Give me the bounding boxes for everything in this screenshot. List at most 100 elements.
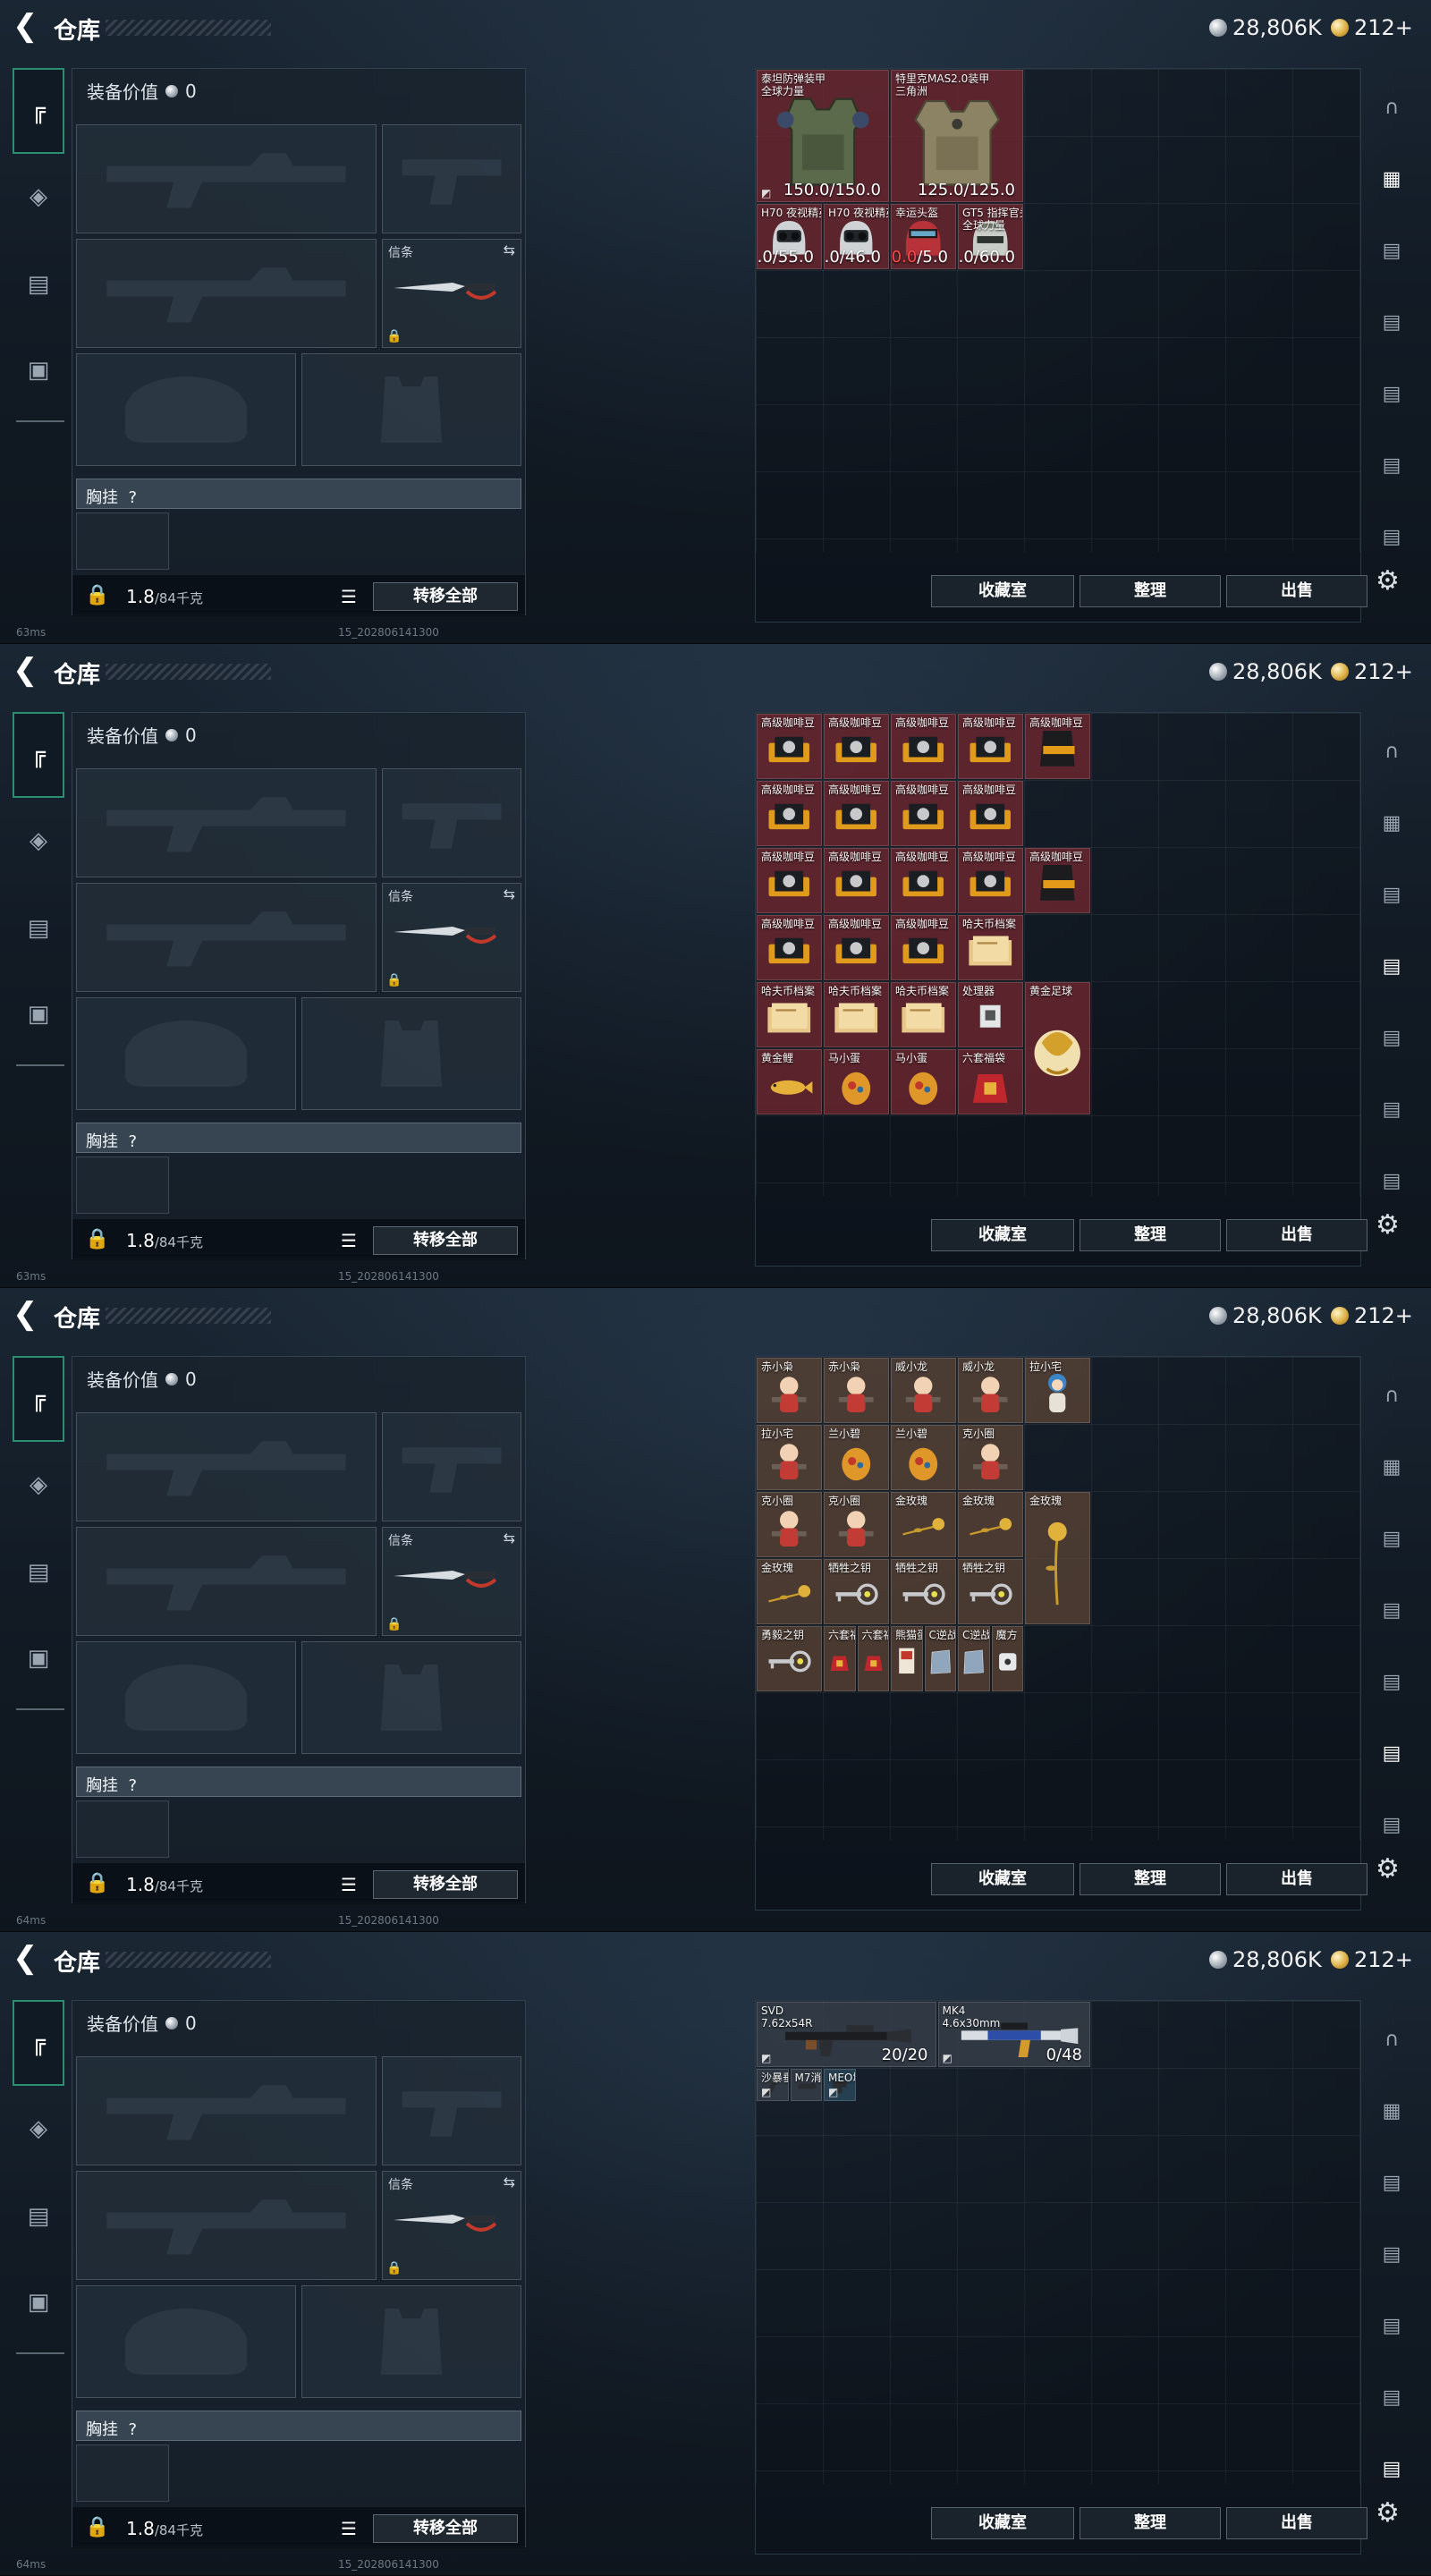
storage-item[interactable]: 高级咖啡豆 xyxy=(891,781,956,846)
storage-item[interactable]: 金玫瑰 xyxy=(1025,1492,1090,1624)
sidearm-slot[interactable] xyxy=(382,1412,521,1521)
storage-item[interactable]: 高级咖啡豆 xyxy=(824,781,889,846)
chest-rig-slot[interactable]: 胸挂 ? xyxy=(76,2411,521,2441)
storage-item[interactable]: 威小龙 xyxy=(958,1358,1023,1423)
tab-storage-1[interactable]: ∩ xyxy=(1370,730,1413,773)
storage-item[interactable]: 高级咖啡豆 xyxy=(757,915,822,980)
storage-item[interactable]: 特里克MAS2.0装甲 三角洲 125.0/125.0 xyxy=(891,70,1023,202)
tab-backpack[interactable]: ▣ xyxy=(13,1615,64,1701)
tab-backpack[interactable]: ▣ xyxy=(13,327,64,413)
storage-item[interactable]: H70 夜视精英头盔 55.0/55.0 xyxy=(757,204,822,269)
storage-item[interactable]: 六套福袋 xyxy=(857,1626,889,1691)
storage-item[interactable]: 高级咖啡豆 xyxy=(824,848,889,913)
swap-icon[interactable]: ⇆ xyxy=(504,2174,515,2190)
melee-slot[interactable]: 信条 ⇆ 🔒 xyxy=(382,239,521,348)
storage-item[interactable]: 六套福袋 xyxy=(958,1049,1023,1114)
tab-storage-6[interactable]: ▤ xyxy=(1370,2376,1413,2419)
storage-item[interactable]: 马小蛋 xyxy=(824,1049,889,1114)
helmet-slot[interactable] xyxy=(76,353,296,466)
tab-rig[interactable]: ▤ xyxy=(13,242,64,327)
back-arrow-icon[interactable]: ❮ xyxy=(13,655,43,687)
tab-weapons[interactable]: ╔ xyxy=(13,1356,64,1442)
chest-rig-cell[interactable] xyxy=(76,513,169,570)
storage-item[interactable]: 高级咖啡豆 xyxy=(958,848,1023,913)
secondary-weapon-slot[interactable] xyxy=(76,1527,377,1636)
list-icon[interactable]: ☰ xyxy=(341,586,357,607)
tab-storage-5[interactable]: ▤ xyxy=(1370,1660,1413,1703)
storage-item[interactable]: 威小龙 xyxy=(891,1358,956,1423)
storage-item[interactable]: 拉小宅 xyxy=(1025,1358,1090,1423)
tab-storage-4[interactable]: ▤ xyxy=(1370,2233,1413,2275)
back-arrow-icon[interactable]: ❮ xyxy=(13,11,43,43)
storage-item[interactable]: SVD 7.62x54R 20/20 ◩ xyxy=(757,2002,936,2067)
collection-room-button[interactable]: 收藏室 xyxy=(931,1219,1074,1251)
storage-item[interactable]: MEO增高架◩ xyxy=(824,2069,856,2101)
storage-item[interactable]: 牺牲之钥 xyxy=(891,1559,956,1624)
chest-rig-slot[interactable]: 胸挂 ? xyxy=(76,1123,521,1153)
tab-storage-4[interactable]: ▤ xyxy=(1370,945,1413,987)
storage-item[interactable]: M7消音 xyxy=(790,2069,822,2101)
gold-currency[interactable]: 212+ xyxy=(1331,1946,1413,1973)
storage-item[interactable]: 哈夫币档案 xyxy=(891,982,956,1047)
storage-item[interactable]: 高级咖啡豆 xyxy=(958,714,1023,779)
tab-storage-6[interactable]: ▤ xyxy=(1370,1088,1413,1131)
tab-storage-6[interactable]: ▤ xyxy=(1370,444,1413,487)
tab-armor[interactable]: ◈ xyxy=(13,798,64,884)
storage-item[interactable]: 高级咖啡豆 xyxy=(891,714,956,779)
tab-armor[interactable]: ◈ xyxy=(13,2086,64,2172)
tab-storage-1[interactable]: ∩ xyxy=(1370,1374,1413,1417)
sell-button[interactable]: 出售 xyxy=(1226,2507,1367,2539)
tab-weapons[interactable]: ╔ xyxy=(13,2000,64,2086)
tab-rig[interactable]: ▤ xyxy=(13,2174,64,2259)
tab-weapons[interactable]: ╔ xyxy=(13,68,64,154)
gold-currency[interactable]: 212+ xyxy=(1331,658,1413,685)
storage-item[interactable]: 赤小枭 xyxy=(757,1358,822,1423)
transfer-all-button[interactable]: 转移全部 xyxy=(373,1226,518,1255)
storage-item[interactable]: 赤小枭 xyxy=(824,1358,889,1423)
storage-item[interactable]: 克小圈 xyxy=(824,1492,889,1557)
melee-slot[interactable]: 信条 ⇆ 🔒 xyxy=(382,883,521,992)
primary-weapon-slot[interactable] xyxy=(76,124,377,233)
primary-weapon-slot[interactable] xyxy=(76,1412,377,1521)
storage-item[interactable]: 高级咖啡豆 xyxy=(824,915,889,980)
storage-item[interactable]: C逆战 xyxy=(958,1626,990,1691)
helmet-slot[interactable] xyxy=(76,2285,296,2398)
storage-item[interactable]: 哈夫币档案 xyxy=(958,915,1023,980)
tab-storage-1[interactable]: ∩ xyxy=(1370,86,1413,129)
storage-item[interactable]: 高级咖啡豆 xyxy=(757,714,822,779)
tab-backpack[interactable]: ▣ xyxy=(13,971,64,1057)
storage-item[interactable]: 金玫瑰 xyxy=(757,1559,822,1624)
storage-item[interactable]: 高级咖啡豆 xyxy=(958,781,1023,846)
storage-item[interactable]: 高级咖啡豆 xyxy=(891,915,956,980)
storage-item[interactable]: 马小蛋 xyxy=(891,1049,956,1114)
storage-item[interactable]: MK4 4.6x30mm 0/48 ◩ xyxy=(937,2002,1090,2067)
tab-storage-6[interactable]: ▤ xyxy=(1370,1732,1413,1775)
storage-item[interactable]: 高级咖啡豆 xyxy=(824,714,889,779)
chest-rig-cell[interactable] xyxy=(76,1157,169,1214)
storage-item[interactable]: 熊猫蛋奥义 xyxy=(891,1626,923,1691)
chest-rig-slot[interactable]: 胸挂 ? xyxy=(76,479,521,509)
storage-item[interactable]: 高级咖啡豆 xyxy=(1025,848,1090,913)
tab-storage-3[interactable]: ▤ xyxy=(1370,1517,1413,1560)
sort-button[interactable]: 整理 xyxy=(1080,1219,1221,1251)
storage-item[interactable]: 沙暴垂直◩ xyxy=(757,2069,789,2101)
armor-slot[interactable] xyxy=(301,1641,521,1754)
transfer-all-button[interactable]: 转移全部 xyxy=(373,1870,518,1899)
sell-button[interactable]: 出售 xyxy=(1226,1219,1367,1251)
tab-storage-2[interactable]: ▦ xyxy=(1370,157,1413,200)
tab-armor[interactable]: ◈ xyxy=(13,154,64,240)
transfer-all-button[interactable]: 转移全部 xyxy=(373,582,518,611)
back-arrow-icon[interactable]: ❮ xyxy=(13,1299,43,1331)
secondary-weapon-slot[interactable] xyxy=(76,2171,377,2280)
gold-currency[interactable]: 212+ xyxy=(1331,1302,1413,1329)
tab-storage-4[interactable]: ▤ xyxy=(1370,301,1413,343)
storage-item[interactable]: C逆战 xyxy=(924,1626,956,1691)
storage-item[interactable]: 高级咖啡豆 xyxy=(757,848,822,913)
swap-icon[interactable]: ⇆ xyxy=(504,242,515,258)
list-icon[interactable]: ☰ xyxy=(341,2518,357,2539)
gold-currency[interactable]: 212+ xyxy=(1331,14,1413,41)
gear-icon[interactable]: ⚙ xyxy=(1376,1209,1400,1241)
sort-button[interactable]: 整理 xyxy=(1080,1863,1221,1895)
tab-storage-1[interactable]: ∩ xyxy=(1370,2018,1413,2061)
storage-item[interactable]: 兰小碧 xyxy=(824,1425,889,1490)
